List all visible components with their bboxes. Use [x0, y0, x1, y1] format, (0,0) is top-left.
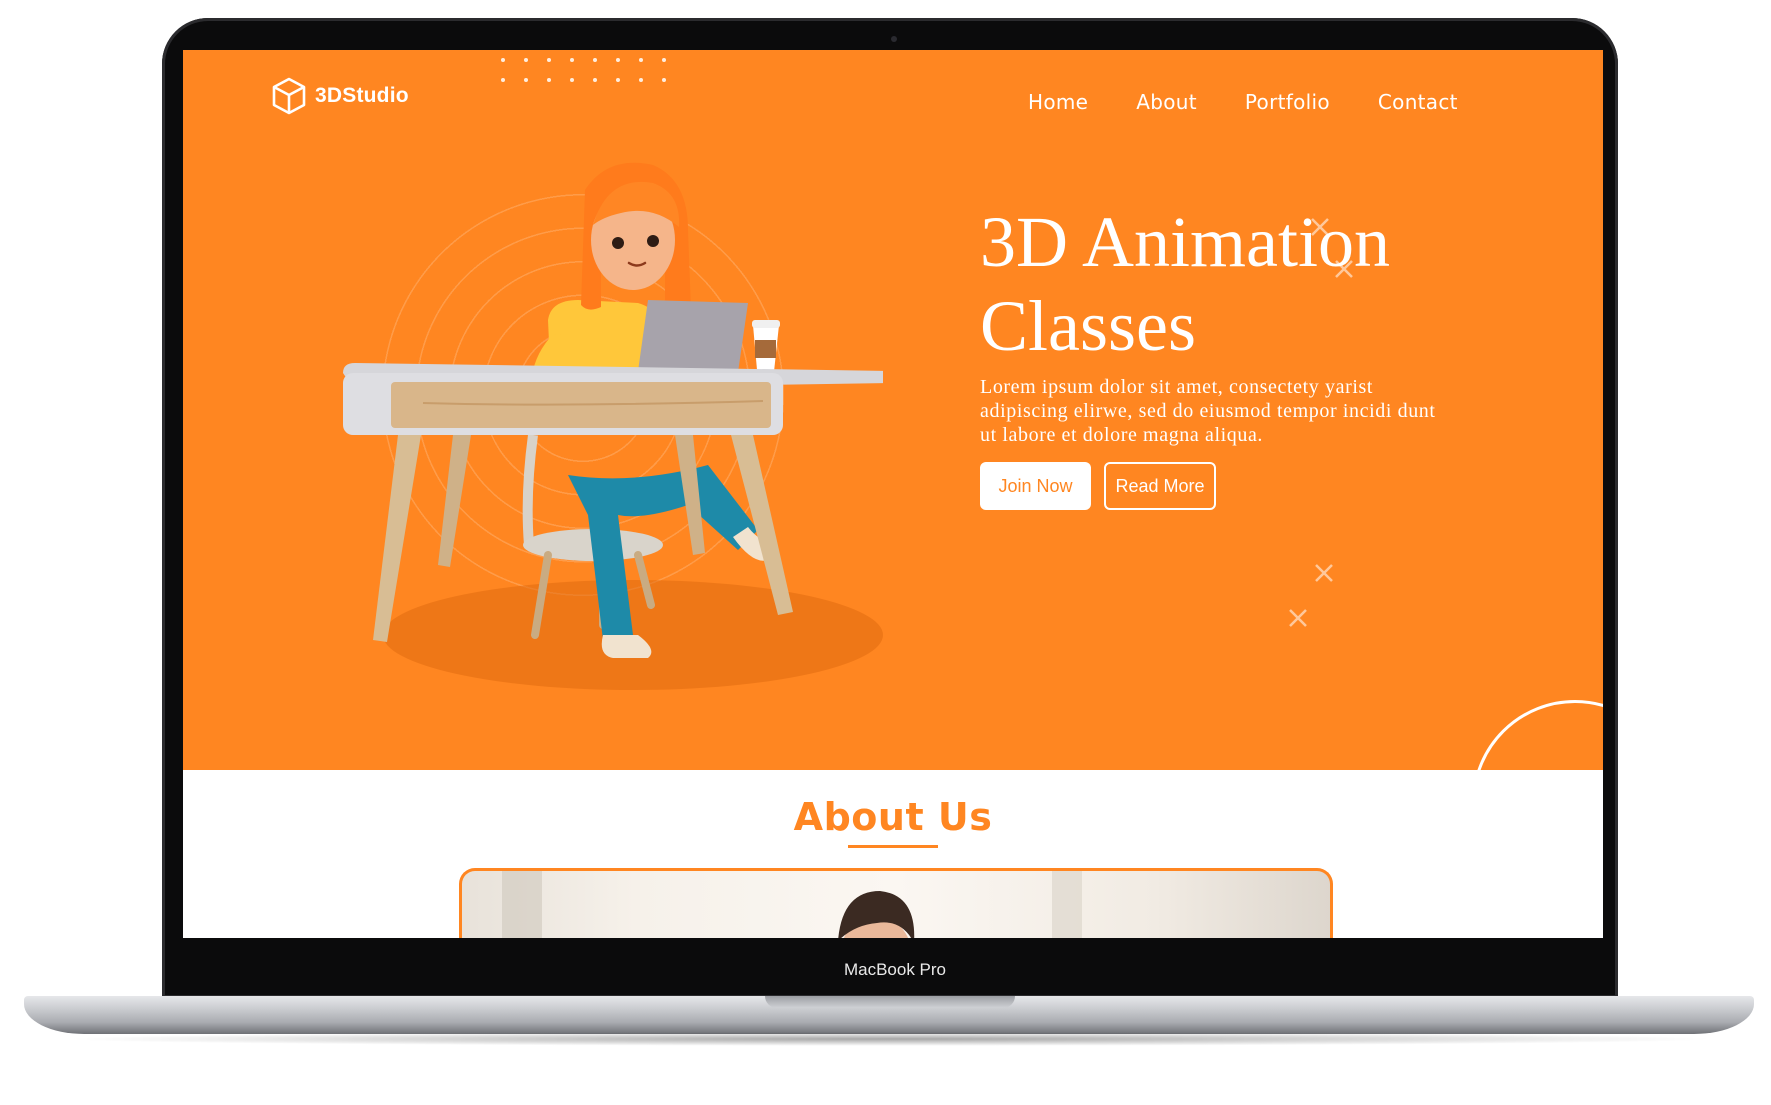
- nav-contact[interactable]: Contact: [1378, 90, 1458, 114]
- dot-grid-decoration: [501, 58, 666, 82]
- hero-title-line2: Classes: [980, 286, 1196, 366]
- nav-portfolio[interactable]: Portfolio: [1245, 90, 1330, 114]
- join-now-button[interactable]: Join Now: [980, 462, 1091, 510]
- brand-logo[interactable]: 3DStudio: [271, 76, 409, 116]
- device-label: MacBook Pro: [843, 960, 947, 979]
- hero-description: Lorem ipsum dolor sit amet, consectety y…: [980, 376, 1436, 446]
- team-photo-image: [502, 871, 1082, 938]
- about-us-underline: [848, 845, 938, 848]
- laptop-notch: [765, 996, 1015, 1008]
- about-us-heading: About Us: [793, 795, 993, 839]
- girl-at-desk-illustration: [343, 162, 883, 690]
- cube-icon: [272, 77, 306, 115]
- cross-decoration: [1315, 564, 1333, 582]
- browser-viewport: 3DStudio Home About Portfolio Contact 3D…: [183, 50, 1603, 938]
- hero-title-line1: 3D Animation: [980, 202, 1390, 282]
- main-nav: Home About Portfolio Contact: [1028, 90, 1458, 114]
- about-team-photo: [459, 868, 1333, 938]
- cross-decoration: [1335, 260, 1353, 278]
- brand-name: 3DStudio: [315, 84, 409, 107]
- nav-home[interactable]: Home: [1028, 90, 1088, 114]
- arc-decoration: [1472, 700, 1603, 770]
- cross-decoration: [1289, 609, 1307, 627]
- read-more-button[interactable]: Read More: [1104, 462, 1216, 510]
- hero-section: 3DStudio Home About Portfolio Contact 3D…: [183, 50, 1603, 770]
- laptop-shadow: [60, 1032, 1720, 1046]
- hero-title: 3D Animation Classes: [980, 200, 1500, 368]
- cross-decoration: [1311, 218, 1329, 236]
- nav-about[interactable]: About: [1136, 90, 1197, 114]
- camera-dot: [891, 36, 897, 42]
